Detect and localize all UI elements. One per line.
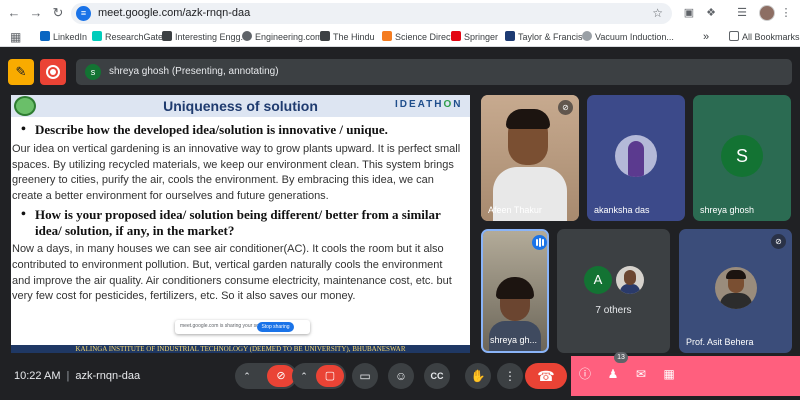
the-hindu-icon (320, 31, 330, 41)
profile-avatar[interactable] (759, 5, 775, 21)
bookmark-vacuum-induction[interactable]: Vacuum Induction... (582, 30, 674, 44)
participant-name: shreya gh... (490, 335, 538, 345)
bookmark-taylor-francis[interactable]: Taylor & Francis (505, 30, 583, 44)
back-icon[interactable]: ← (5, 4, 23, 22)
more-options-icon[interactable]: ⋮ (497, 363, 523, 389)
springer-icon (451, 31, 461, 41)
extension-icon[interactable]: ▣ (682, 6, 696, 20)
participant-avatar: S (721, 135, 763, 177)
people-count-badge: 13 (614, 352, 628, 363)
presenting-text: shreya ghosh (Presenting, annotating) (109, 66, 279, 77)
camera-off-icon[interactable]: ▢ (316, 365, 344, 387)
bookmark-researchgate[interactable]: ResearchGate (92, 30, 163, 44)
taylor-francis-icon (505, 31, 515, 41)
end-call-icon[interactable]: ☎ (525, 363, 567, 389)
slide-footer: KALINGA INSTITUTE OF INDUSTRIAL TECHNOLO… (11, 345, 470, 353)
site-info-icon[interactable]: ≡ (76, 6, 91, 21)
chevron-up-icon[interactable]: ⌃ (292, 363, 316, 389)
meeting-time-code: 10:22 AM | azk-rnqn-daa (14, 370, 141, 382)
bookmark-engineering-com[interactable]: Engineering.com (242, 30, 323, 44)
present-screen-icon[interactable]: ▭ (352, 363, 378, 389)
participant-name: shreya ghosh (700, 205, 755, 215)
slide-answer-2: Now a days, in many houses we can see ai… (12, 243, 452, 303)
interesting-engg-icon (162, 31, 172, 41)
reload-icon[interactable]: ↻ (49, 4, 67, 22)
participant-name: Afeen Thakur (488, 205, 542, 215)
participant-avatar (715, 267, 757, 309)
participant-tile-shreya-video[interactable]: shreya gh... (481, 229, 549, 353)
camera-control[interactable]: ⌃ ▢ (292, 363, 346, 389)
participant-avatar (615, 135, 657, 177)
linkedin-icon (40, 31, 50, 41)
bookmark-interesting-engg[interactable]: Interesting Engg. (162, 30, 243, 44)
speaking-indicator-icon (532, 235, 547, 250)
recording-button[interactable] (40, 59, 66, 85)
participant-tile-shreya[interactable]: S shreya ghosh (693, 95, 791, 221)
globe-icon (582, 31, 592, 41)
raise-hand-icon[interactable]: ✋ (465, 363, 491, 389)
shared-screen-slide: Uniqueness of solution IDEATHON Describe… (11, 95, 470, 353)
screen-share-notice: meet.google.com is sharing your screen. … (175, 320, 310, 334)
others-count: 7 others (595, 305, 632, 316)
bookmark-linkedin[interactable]: LinkedIn (40, 30, 87, 44)
participant-avatar-photo (616, 266, 644, 294)
chevron-up-icon[interactable]: ⌃ (235, 363, 259, 389)
participant-tile-asit-behera[interactable]: ⊘ Prof. Asit Behera (679, 229, 792, 353)
all-bookmarks[interactable]: All Bookmarks (729, 30, 800, 44)
address-bar[interactable]: ≡ meet.google.com/azk-rnqn-daa ☆ (71, 3, 672, 24)
meeting-code: azk-rnqn-daa (75, 370, 141, 382)
forward-icon[interactable]: → (27, 4, 45, 22)
participant-tile-akanksha[interactable]: akanksha das (587, 95, 685, 221)
side-panel-controls: ⓘ ♟ ✉ ▦ (571, 356, 800, 396)
participant-tile-afeen[interactable]: ⊘ Afeen Thakur (481, 95, 579, 221)
browser-toolbar: ← → ↻ ≡ meet.google.com/azk-rnqn-daa ☆ ▣… (0, 0, 800, 27)
meeting-info-icon[interactable]: ⓘ (575, 364, 595, 384)
bookmark-springer[interactable]: Springer (451, 30, 498, 44)
slide-header: Uniqueness of solution IDEATHON (11, 95, 470, 117)
slide-question-1: Describe how the developed idea/solution… (21, 122, 462, 138)
people-icon[interactable]: ♟ (603, 364, 623, 384)
stop-sharing-button[interactable]: Stop sharing (257, 322, 294, 332)
participant-name: akanksha das (594, 205, 650, 215)
mic-off-icon: ⊘ (771, 234, 786, 249)
bookmark-science-direct[interactable]: Science Direct (382, 30, 453, 44)
extensions-puzzle-icon[interactable]: ❖ (704, 6, 718, 20)
researchgate-icon (92, 31, 102, 41)
slide-question-2: How is your proposed idea/ solution bein… (21, 207, 462, 239)
science-direct-icon (382, 31, 392, 41)
engineering-icon (242, 31, 252, 41)
mic-control[interactable]: ⌃ ⊘ (235, 363, 297, 389)
participant-avatar: A (584, 266, 612, 294)
record-dot-icon (50, 69, 56, 75)
url-text: meet.google.com/azk-rnqn-daa (98, 7, 251, 19)
slide-answer-1: Our idea on vertical gardening is an inn… (12, 143, 461, 202)
chat-icon[interactable]: ✉ (631, 364, 651, 384)
presenter-avatar: s (85, 64, 101, 80)
others-tile[interactable]: A 7 others (557, 229, 670, 353)
slide-body: Describe how the developed idea/solution… (11, 117, 470, 305)
captions-icon[interactable]: CC (424, 363, 450, 389)
folder-icon (729, 31, 739, 41)
more-bookmarks-chevron-icon[interactable]: » (703, 30, 709, 44)
mic-off-icon[interactable]: ⊘ (267, 365, 295, 387)
bookmark-star-icon[interactable]: ☆ (652, 6, 663, 20)
bookmark-the-hindu[interactable]: The Hindu (320, 30, 375, 44)
presenting-banner: s shreya ghosh (Presenting, annotating) (76, 59, 792, 85)
participant-name: Prof. Asit Behera (686, 337, 754, 347)
reactions-icon[interactable]: ☺ (388, 363, 414, 389)
annotation-toggle-icon[interactable]: ✎ (8, 59, 34, 85)
ideathon-logo: IDEATHON (395, 99, 463, 110)
apps-grid-icon[interactable]: ▦ (10, 30, 21, 44)
media-control-icon[interactable]: ☰ (735, 6, 749, 20)
browser-menu-icon[interactable]: ⋮ (779, 6, 793, 20)
mic-off-icon: ⊘ (558, 100, 573, 115)
activities-icon[interactable]: ▦ (659, 364, 679, 384)
bookmarks-bar: ▦ LinkedIn ResearchGate Interesting Engg… (0, 27, 800, 47)
